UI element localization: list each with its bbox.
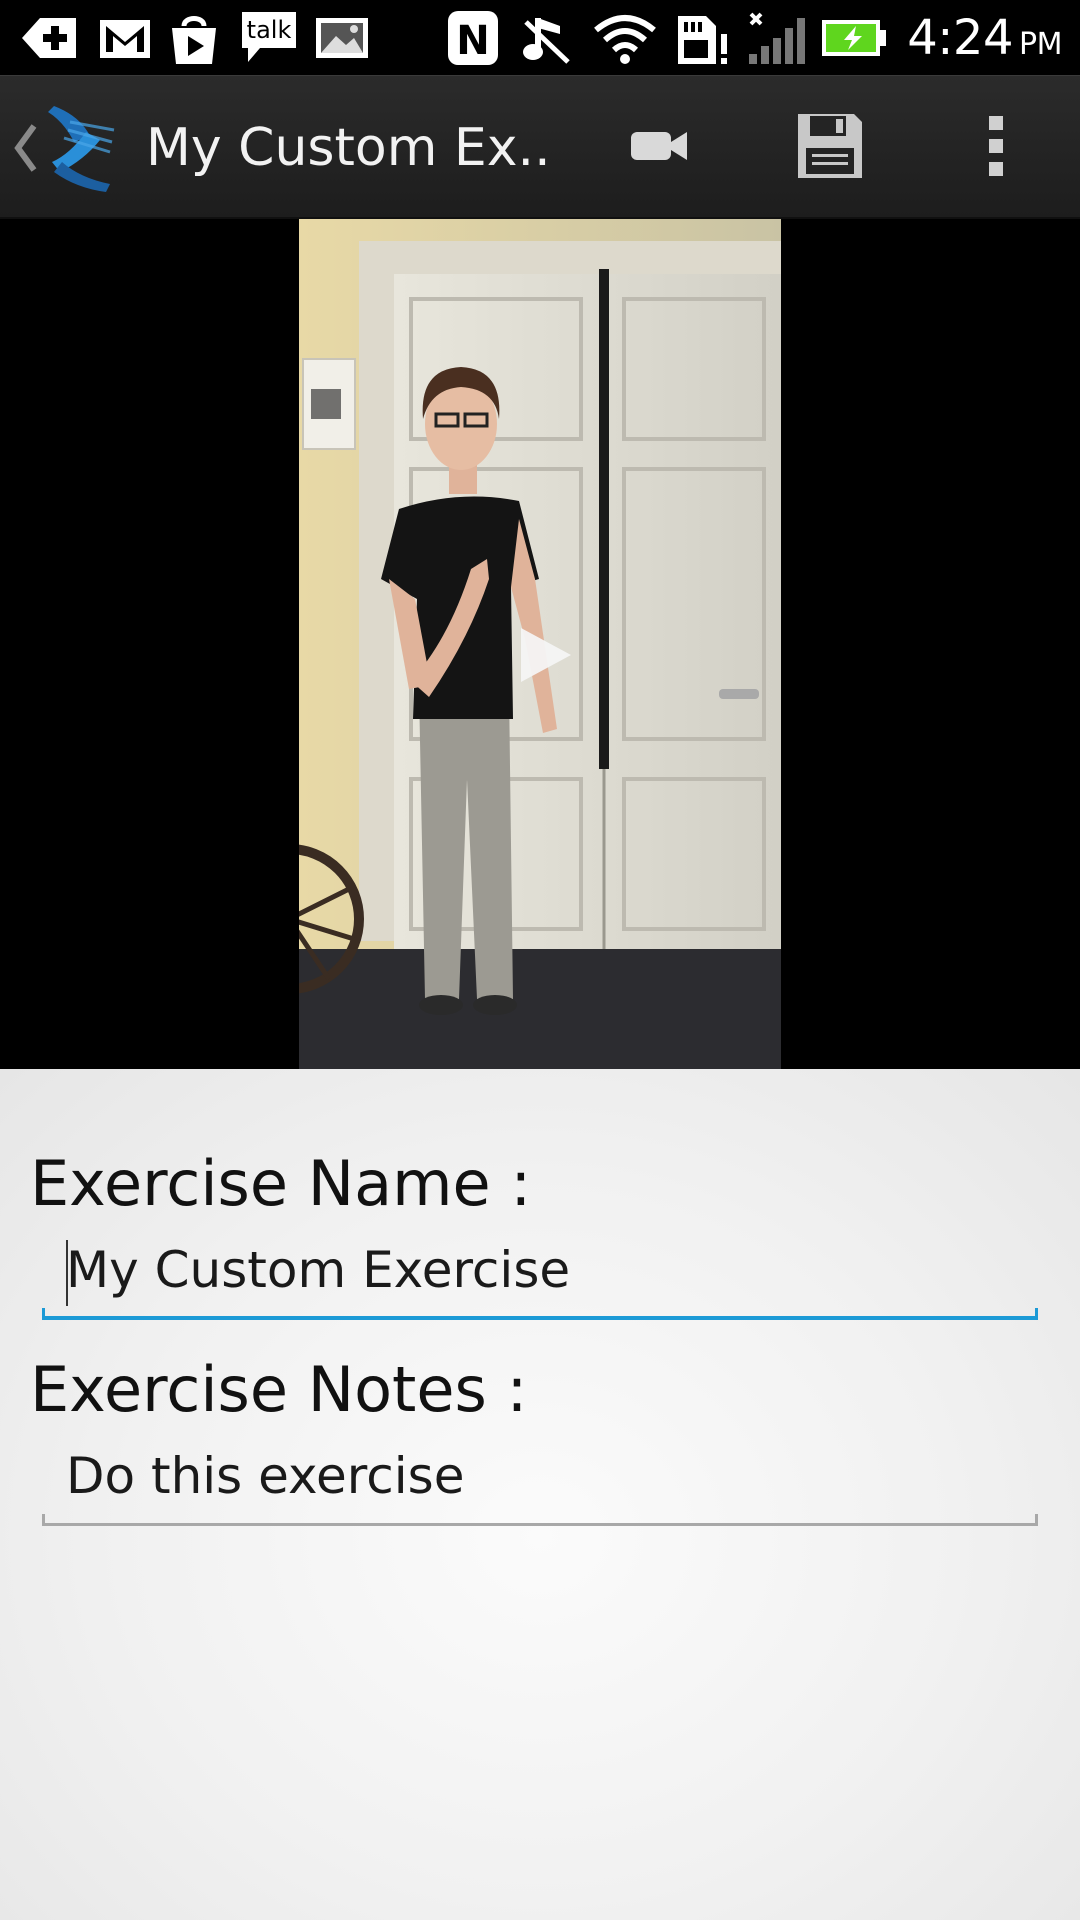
exercise-notes-field[interactable] [42,1438,1038,1526]
record-video-button[interactable] [600,76,720,220]
wifi-icon [592,12,658,64]
music-off-icon [520,12,576,64]
exercise-notes-underline [42,1514,1038,1526]
exercise-name-field[interactable] [42,1232,1038,1320]
exercise-name-label: Exercise Name : [30,1147,532,1220]
exercise-name-input[interactable] [42,1232,1038,1308]
page-title: My Custom Ex... [146,118,546,178]
exercise-notes-input[interactable] [42,1438,1038,1514]
text-cursor [66,1240,68,1306]
play-icon [515,624,575,691]
sd-card-warning-icon [672,12,732,64]
video-camera-icon [629,128,691,169]
status-clock: 4:24 PM [907,8,1062,68]
clock-ampm: PM [1019,27,1062,62]
signal-icon [745,12,807,64]
play-store-icon [166,12,222,64]
save-icon [794,110,866,187]
nfc-icon-text: N [456,18,489,64]
exercise-name-underline [42,1308,1038,1320]
add-notification-icon [20,12,78,64]
talk-icon: talk [238,8,300,62]
video-player[interactable] [0,219,1080,1069]
battery-charging-icon [820,16,888,68]
save-button[interactable] [770,76,890,220]
clock-time: 4:24 [907,10,1014,66]
play-button[interactable] [500,612,590,702]
gallery-icon [312,12,372,64]
action-bar: My Custom Ex... [0,75,1080,219]
exercise-form: Exercise Name : Exercise Notes : [0,1069,1080,1920]
status-bar: talk N 4:24 PM [0,0,1080,75]
app-logo-icon[interactable] [40,102,120,194]
nfc-icon: N [445,8,501,65]
talk-icon-text: talk [247,16,292,44]
overflow-menu-button[interactable] [950,76,1042,220]
overflow-menu-icon [986,114,1006,183]
back-caret-icon[interactable] [8,120,42,176]
exercise-notes-label: Exercise Notes : [30,1353,528,1426]
gmail-icon [96,12,154,64]
